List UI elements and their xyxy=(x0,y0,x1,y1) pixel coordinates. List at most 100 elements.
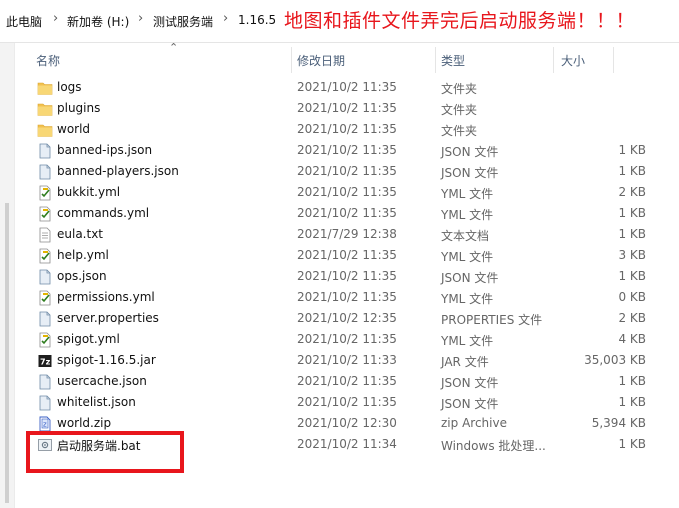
file-size: 1 KB xyxy=(618,206,646,220)
file-name: eula.txt xyxy=(57,227,104,241)
file-date: 2021/10/2 11:35 xyxy=(297,143,397,157)
file-name: world xyxy=(57,122,91,136)
column-divider[interactable] xyxy=(291,47,292,73)
svg-text:z: z xyxy=(43,421,47,429)
file-name: plugins xyxy=(57,101,101,115)
folder-icon xyxy=(37,80,53,96)
column-header-date[interactable]: 修改日期 xyxy=(297,52,345,69)
file-name: spigot-1.16.5.jar xyxy=(57,353,156,367)
file-date: 2021/10/2 11:35 xyxy=(297,80,397,94)
column-header-type[interactable]: 类型 xyxy=(441,52,465,69)
file-date: 2021/10/2 11:35 xyxy=(297,374,397,388)
file-date: 2021/10/2 11:33 xyxy=(297,353,397,367)
file-size: 35,003 KB xyxy=(584,353,646,367)
address-bar[interactable]: 此电脑 › 新加卷 (H:) › 测试服务端 › 1.16.5 地图和插件文件弄… xyxy=(0,0,679,43)
folder-icon xyxy=(37,101,53,117)
file-type: JAR 文件 xyxy=(441,355,489,369)
file-type: Windows 批处理... xyxy=(441,439,546,453)
column-divider[interactable] xyxy=(435,47,436,73)
yml-file-icon xyxy=(37,185,53,201)
file-name: help.yml xyxy=(57,248,109,262)
file-size: 3 KB xyxy=(618,248,646,262)
file-name: banned-ips.json xyxy=(57,143,153,157)
file-row[interactable]: world 2021/10/2 11:35 文件夹 xyxy=(30,119,650,140)
breadcrumb-this-pc[interactable]: 此电脑 xyxy=(6,13,42,30)
file-row[interactable]: bukkit.yml 2021/10/2 11:35 YML 文件 2 KB xyxy=(30,182,650,203)
properties-file-icon xyxy=(37,311,53,327)
file-size: 4 KB xyxy=(618,332,646,346)
file-type: JSON 文件 xyxy=(441,166,499,180)
file-size: 1 KB xyxy=(618,437,646,451)
file-row[interactable]: help.yml 2021/10/2 11:35 YML 文件 3 KB xyxy=(30,245,650,266)
file-type: YML 文件 xyxy=(441,292,494,306)
jar-file-icon: 7z xyxy=(37,353,53,369)
file-name: server.properties xyxy=(57,311,159,325)
text-file-icon xyxy=(37,227,53,243)
file-type: PROPERTIES 文件 xyxy=(441,313,543,327)
file-name: banned-players.json xyxy=(57,164,179,178)
file-date: 2021/10/2 11:35 xyxy=(297,122,397,136)
file-name: commands.yml xyxy=(57,206,150,220)
file-type: JSON 文件 xyxy=(441,271,499,285)
file-row[interactable]: banned-ips.json 2021/10/2 11:35 JSON 文件 1 K… xyxy=(30,140,650,161)
file-date: 2021/10/2 11:34 xyxy=(297,437,397,451)
json-file-icon xyxy=(37,143,53,159)
file-row[interactable]: eula.txt 2021/7/29 12:38 文本文档 1 KB xyxy=(30,224,650,245)
yml-file-icon xyxy=(37,248,53,264)
navigation-pane-scrollbar[interactable] xyxy=(0,43,15,508)
file-name: world.zip xyxy=(57,416,112,430)
file-row[interactable]: commands.yml 2021/10/2 11:35 YML 文件 1 KB xyxy=(30,203,650,224)
file-row[interactable]: plugins 2021/10/2 11:35 文件夹 xyxy=(30,98,650,119)
file-row[interactable]: logs 2021/10/2 11:35 文件夹 xyxy=(30,77,650,98)
breadcrumb-separator[interactable]: › xyxy=(223,11,228,26)
file-name: logs xyxy=(57,80,82,94)
file-row[interactable]: permissions.yml 2021/10/2 11:35 YML 文件 0 KB xyxy=(30,287,650,308)
file-row[interactable]: 7z spigot-1.16.5.jar 2021/10/2 11:33 JAR 文件… xyxy=(30,350,650,371)
file-date: 2021/10/2 11:35 xyxy=(297,101,397,115)
file-row[interactable]: ops.json 2021/10/2 11:35 JSON 文件 1 KB xyxy=(30,266,650,287)
column-divider[interactable] xyxy=(613,47,614,73)
column-header-size[interactable]: 大小 xyxy=(561,52,585,69)
file-date: 2021/10/2 11:35 xyxy=(297,332,397,346)
file-date: 2021/10/2 11:35 xyxy=(297,395,397,409)
file-type: YML 文件 xyxy=(441,250,494,264)
file-row[interactable]: usercache.json 2021/10/2 11:35 JSON 文件 1 KB xyxy=(30,371,650,392)
file-size: 2 KB xyxy=(618,185,646,199)
folder-icon xyxy=(37,122,53,138)
file-name: usercache.json xyxy=(57,374,147,388)
column-header-row: ⌃ 名称 修改日期 类型 大小 xyxy=(14,41,679,73)
file-type: 文本文档 xyxy=(441,229,490,243)
file-date: 2021/10/2 11:35 xyxy=(297,206,397,220)
file-type: 文件夹 xyxy=(441,82,478,96)
file-name: ops.json xyxy=(57,269,107,283)
json-file-icon xyxy=(37,164,53,180)
svg-text:7z: 7z xyxy=(40,358,51,367)
json-file-icon xyxy=(37,374,53,390)
zip-file-icon: z xyxy=(37,416,53,432)
file-type: YML 文件 xyxy=(441,187,494,201)
file-row[interactable]: whitelist.json 2021/10/2 11:35 JSON 文件 1 KB xyxy=(30,392,650,413)
file-name: bukkit.yml xyxy=(57,185,121,199)
breadcrumb-separator[interactable]: › xyxy=(53,11,58,26)
yml-file-icon xyxy=(37,332,53,348)
file-type: 文件夹 xyxy=(441,124,478,138)
file-date: 2021/10/2 11:35 xyxy=(297,269,397,283)
file-type: JSON 文件 xyxy=(441,376,499,390)
file-row[interactable]: server.properties 2021/10/2 12:35 PROPERTI… xyxy=(30,308,650,329)
breadcrumb-test-server[interactable]: 测试服务端 xyxy=(153,13,213,30)
column-divider[interactable] xyxy=(553,47,554,73)
file-row[interactable]: spigot.yml 2021/10/2 11:35 YML 文件 4 KB xyxy=(30,329,650,350)
file-date: 2021/10/2 11:35 xyxy=(297,185,397,199)
annotation-text: 地图和插件文件弄完后启动服务端！！！ xyxy=(284,10,636,32)
scrollbar-thumb[interactable] xyxy=(5,203,9,503)
file-size: 5,394 KB xyxy=(591,416,646,430)
column-header-name[interactable]: 名称 xyxy=(36,52,60,69)
breadcrumb-version-folder[interactable]: 1.16.5 xyxy=(238,13,276,27)
breadcrumb-drive-h[interactable]: 新加卷 (H:) xyxy=(67,13,129,30)
breadcrumb-separator[interactable]: › xyxy=(138,11,143,26)
highlight-box-annotation xyxy=(26,431,184,473)
file-row[interactable]: banned-players.json 2021/10/2 11:35 JSON 文… xyxy=(30,161,650,182)
file-name: whitelist.json xyxy=(57,395,136,409)
file-date: 2021/10/2 12:35 xyxy=(297,311,397,325)
file-date: 2021/10/2 11:35 xyxy=(297,164,397,178)
